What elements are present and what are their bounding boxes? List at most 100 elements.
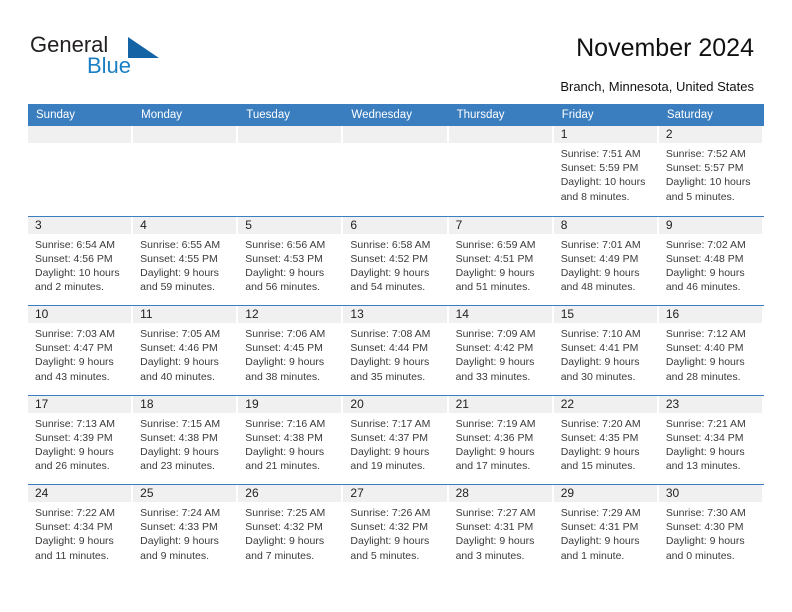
day-number: 10 [28, 306, 132, 323]
day-detail-line: Sunrise: 7:12 AM [665, 328, 746, 340]
calendar-day-cell[interactable]: 5 Sunrise: 6:56 AM Sunset: 4:53 PM Daylight… [238, 216, 344, 305]
day-detail-line: Sunset: 4:56 PM [35, 252, 113, 265]
day-details: Sunrise: 7:17 AM Sunset: 4:37 PM Daylight:… [343, 413, 448, 474]
calendar-day-cell[interactable]: 12 Sunrise: 7:06 AM Sunset: 4:45 PM Dayligh… [238, 306, 344, 395]
calendar-day-cell[interactable]: 16 Sunrise: 7:12 AM Sunset: 4:40 PM Dayligh… [658, 306, 764, 395]
day-detail-line: Daylight: 9 hours [350, 356, 430, 369]
day-detail-line: Daylight: 9 hours [350, 445, 430, 458]
day-details: Sunrise: 7:01 AM Sunset: 4:49 PM Daylight:… [554, 234, 659, 295]
day-detail-line: and 5 minutes. [665, 190, 735, 203]
page-subtitle: Branch, Minnesota, United States [560, 79, 754, 94]
day-detail-line: and 33 minutes. [455, 370, 531, 383]
calendar-day-cell[interactable]: 17 Sunrise: 7:13 AM Sunset: 4:39 PM Dayligh… [28, 395, 134, 484]
day-number [343, 126, 447, 143]
calendar-day-cell[interactable]: 29 Sunrise: 7:29 AM Sunset: 4:31 PM Dayligh… [553, 485, 659, 574]
day-details: Sunrise: 7:21 AM Sunset: 4:34 PM Daylight:… [659, 413, 764, 474]
day-number: 4 [133, 216, 237, 234]
day-detail-line: and 48 minutes. [560, 281, 636, 294]
calendar-day-cell[interactable]: 4 Sunrise: 6:55 AM Sunset: 4:55 PM Daylight… [133, 216, 239, 305]
calendar-week-row: 17 Sunrise: 7:13 AM Sunset: 4:39 PM Dayligh… [28, 394, 764, 484]
calendar-day-cell[interactable]: 15 Sunrise: 7:10 AM Sunset: 4:41 PM Dayligh… [553, 306, 659, 395]
weekday-header-sunday: Sunday [36, 109, 76, 121]
day-number: 27 [343, 485, 447, 502]
day-detail-line: Sunrise: 7:03 AM [35, 328, 115, 340]
general-blue-logo[interactable]: General Blue [30, 33, 220, 83]
day-detail-line: Daylight: 9 hours [140, 266, 219, 279]
day-detail-line: Daylight: 10 hours [560, 176, 646, 189]
day-detail-line: and 19 minutes. [350, 460, 426, 473]
day-detail-line: Sunrise: 7:01 AM [560, 238, 641, 251]
day-detail-line: Daylight: 9 hours [560, 445, 640, 458]
day-details: Sunrise: 7:08 AM Sunset: 4:44 PM Daylight:… [343, 323, 448, 384]
day-details: Sunrise: 7:26 AM Sunset: 4:32 PM Daylight:… [343, 502, 448, 563]
day-details: Sunrise: 7:10 AM Sunset: 4:41 PM Daylight:… [554, 323, 659, 384]
day-detail-line: Daylight: 9 hours [245, 445, 325, 458]
day-details: Sunrise: 6:56 AM Sunset: 4:53 PM Daylight:… [238, 234, 343, 295]
day-detail-line: Sunrise: 7:24 AM [140, 507, 221, 519]
day-number [448, 126, 552, 143]
day-detail-line: Sunset: 4:32 PM [245, 521, 323, 534]
day-number: 26 [238, 485, 342, 502]
calendar-day-cell[interactable]: 23 Sunrise: 7:21 AM Sunset: 4:34 PM Dayligh… [658, 395, 764, 484]
weekday-header-friday: Friday [561, 109, 594, 121]
day-detail-line: Sunset: 4:34 PM [665, 431, 744, 444]
calendar-day-cell[interactable]: 22 Sunrise: 7:20 AM Sunset: 4:35 PM Dayligh… [553, 395, 659, 484]
day-details: Sunrise: 7:27 AM Sunset: 4:31 PM Daylight:… [449, 502, 554, 563]
day-detail-line: Sunrise: 7:16 AM [245, 417, 326, 430]
calendar-day-cell[interactable]: 1 Sunrise: 7:51 AM Sunset: 5:59 PM Daylight… [553, 126, 659, 216]
calendar-day-cell[interactable]: 10 Sunrise: 7:03 AM Sunset: 4:47 PM Dayligh… [28, 306, 134, 395]
day-detail-line: Sunrise: 7:10 AM [560, 328, 641, 340]
day-detail-line: Daylight: 9 hours [35, 356, 114, 369]
calendar-day-cell[interactable]: 19 Sunrise: 7:16 AM Sunset: 4:38 PM Dayligh… [238, 395, 344, 484]
day-detail-line: Sunrise: 7:22 AM [35, 507, 115, 519]
day-detail-line: Sunrise: 7:25 AM [245, 507, 326, 519]
calendar-day-cell[interactable]: 30 Sunrise: 7:30 AM Sunset: 4:30 PM Dayligh… [658, 485, 764, 574]
calendar-day-cell[interactable]: 20 Sunrise: 7:17 AM Sunset: 4:37 PM Dayligh… [343, 395, 449, 484]
calendar-day-cell[interactable]: 18 Sunrise: 7:15 AM Sunset: 4:38 PM Dayligh… [133, 395, 239, 484]
calendar-day-cell[interactable]: 25 Sunrise: 7:24 AM Sunset: 4:33 PM Dayligh… [133, 485, 239, 574]
calendar-day-cell[interactable]: 7 Sunrise: 6:59 AM Sunset: 4:51 PM Daylight… [448, 216, 554, 305]
day-detail-line: and 11 minutes. [35, 549, 109, 562]
calendar-day-cell[interactable]: 14 Sunrise: 7:09 AM Sunset: 4:42 PM Dayligh… [448, 306, 554, 395]
calendar-week-row: 1 Sunrise: 7:51 AM Sunset: 5:59 PM Daylight… [28, 126, 764, 216]
day-number: 2 [658, 126, 762, 143]
day-detail-line: Sunset: 4:44 PM [350, 342, 429, 355]
day-detail-line: Sunrise: 7:17 AM [350, 417, 431, 430]
day-detail-line: Daylight: 9 hours [560, 535, 640, 548]
calendar-day-cell[interactable]: 8 Sunrise: 7:01 AM Sunset: 4:49 PM Daylight… [553, 216, 659, 305]
day-details: Sunrise: 7:15 AM Sunset: 4:38 PM Daylight:… [133, 413, 238, 474]
day-detail-line: and 7 minutes. [245, 549, 315, 562]
day-details [449, 143, 554, 147]
calendar-day-cell[interactable]: 6 Sunrise: 6:58 AM Sunset: 4:52 PM Daylight… [343, 216, 449, 305]
calendar-day-cell[interactable]: 24 Sunrise: 7:22 AM Sunset: 4:34 PM Dayligh… [28, 485, 134, 574]
calendar-day-cell[interactable]: 3 Sunrise: 6:54 AM Sunset: 4:56 PM Daylight… [28, 216, 134, 305]
day-detail-line: Sunrise: 6:56 AM [245, 238, 326, 251]
day-detail-line: and 13 minutes. [665, 460, 741, 473]
day-detail-line: Sunrise: 7:02 AM [665, 238, 746, 251]
day-detail-line: Daylight: 9 hours [455, 266, 535, 279]
day-detail-line: Sunset: 4:53 PM [245, 252, 323, 265]
calendar-day-cell[interactable]: 28 Sunrise: 7:27 AM Sunset: 4:31 PM Dayligh… [448, 485, 554, 574]
day-detail-line: Sunset: 4:31 PM [560, 521, 639, 534]
calendar-day-cell[interactable]: 21 Sunrise: 7:19 AM Sunset: 4:36 PM Dayligh… [448, 395, 554, 484]
calendar-week-row: 10 Sunrise: 7:03 AM Sunset: 4:47 PM Dayligh… [28, 305, 764, 395]
weekday-header-row: Sunday Monday Tuesday Wednesday Thursday Frid… [28, 104, 764, 126]
day-details: Sunrise: 7:16 AM Sunset: 4:38 PM Daylight:… [238, 413, 343, 474]
day-details: Sunrise: 7:30 AM Sunset: 4:30 PM Daylight:… [659, 502, 764, 563]
calendar-day-cell[interactable]: 9 Sunrise: 7:02 AM Sunset: 4:48 PM Daylight… [658, 216, 764, 305]
day-number: 29 [553, 485, 657, 502]
day-detail-line: Sunset: 4:41 PM [560, 342, 639, 355]
calendar-day-cell[interactable]: 13 Sunrise: 7:08 AM Sunset: 4:44 PM Dayligh… [343, 306, 449, 395]
day-number: 9 [658, 216, 762, 234]
calendar-day-cell[interactable]: 26 Sunrise: 7:25 AM Sunset: 4:32 PM Dayligh… [238, 485, 344, 574]
day-detail-line: Daylight: 9 hours [35, 445, 114, 458]
day-detail-line: Sunset: 4:32 PM [350, 521, 429, 534]
day-detail-line: and 8 minutes. [560, 190, 630, 203]
day-detail-line: Sunset: 4:55 PM [140, 252, 218, 265]
calendar-day-cell[interactable]: 2 Sunrise: 7:52 AM Sunset: 5:57 PM Daylight… [658, 126, 764, 216]
day-detail-line: and 51 minutes. [455, 281, 531, 294]
page-header: General Blue November 2024 Branch, Minne… [0, 0, 792, 103]
day-details: Sunrise: 7:20 AM Sunset: 4:35 PM Daylight:… [554, 413, 659, 474]
calendar-day-cell[interactable]: 11 Sunrise: 7:05 AM Sunset: 4:46 PM Dayligh… [133, 306, 239, 395]
calendar-day-cell[interactable]: 27 Sunrise: 7:26 AM Sunset: 4:32 PM Dayligh… [343, 485, 449, 574]
